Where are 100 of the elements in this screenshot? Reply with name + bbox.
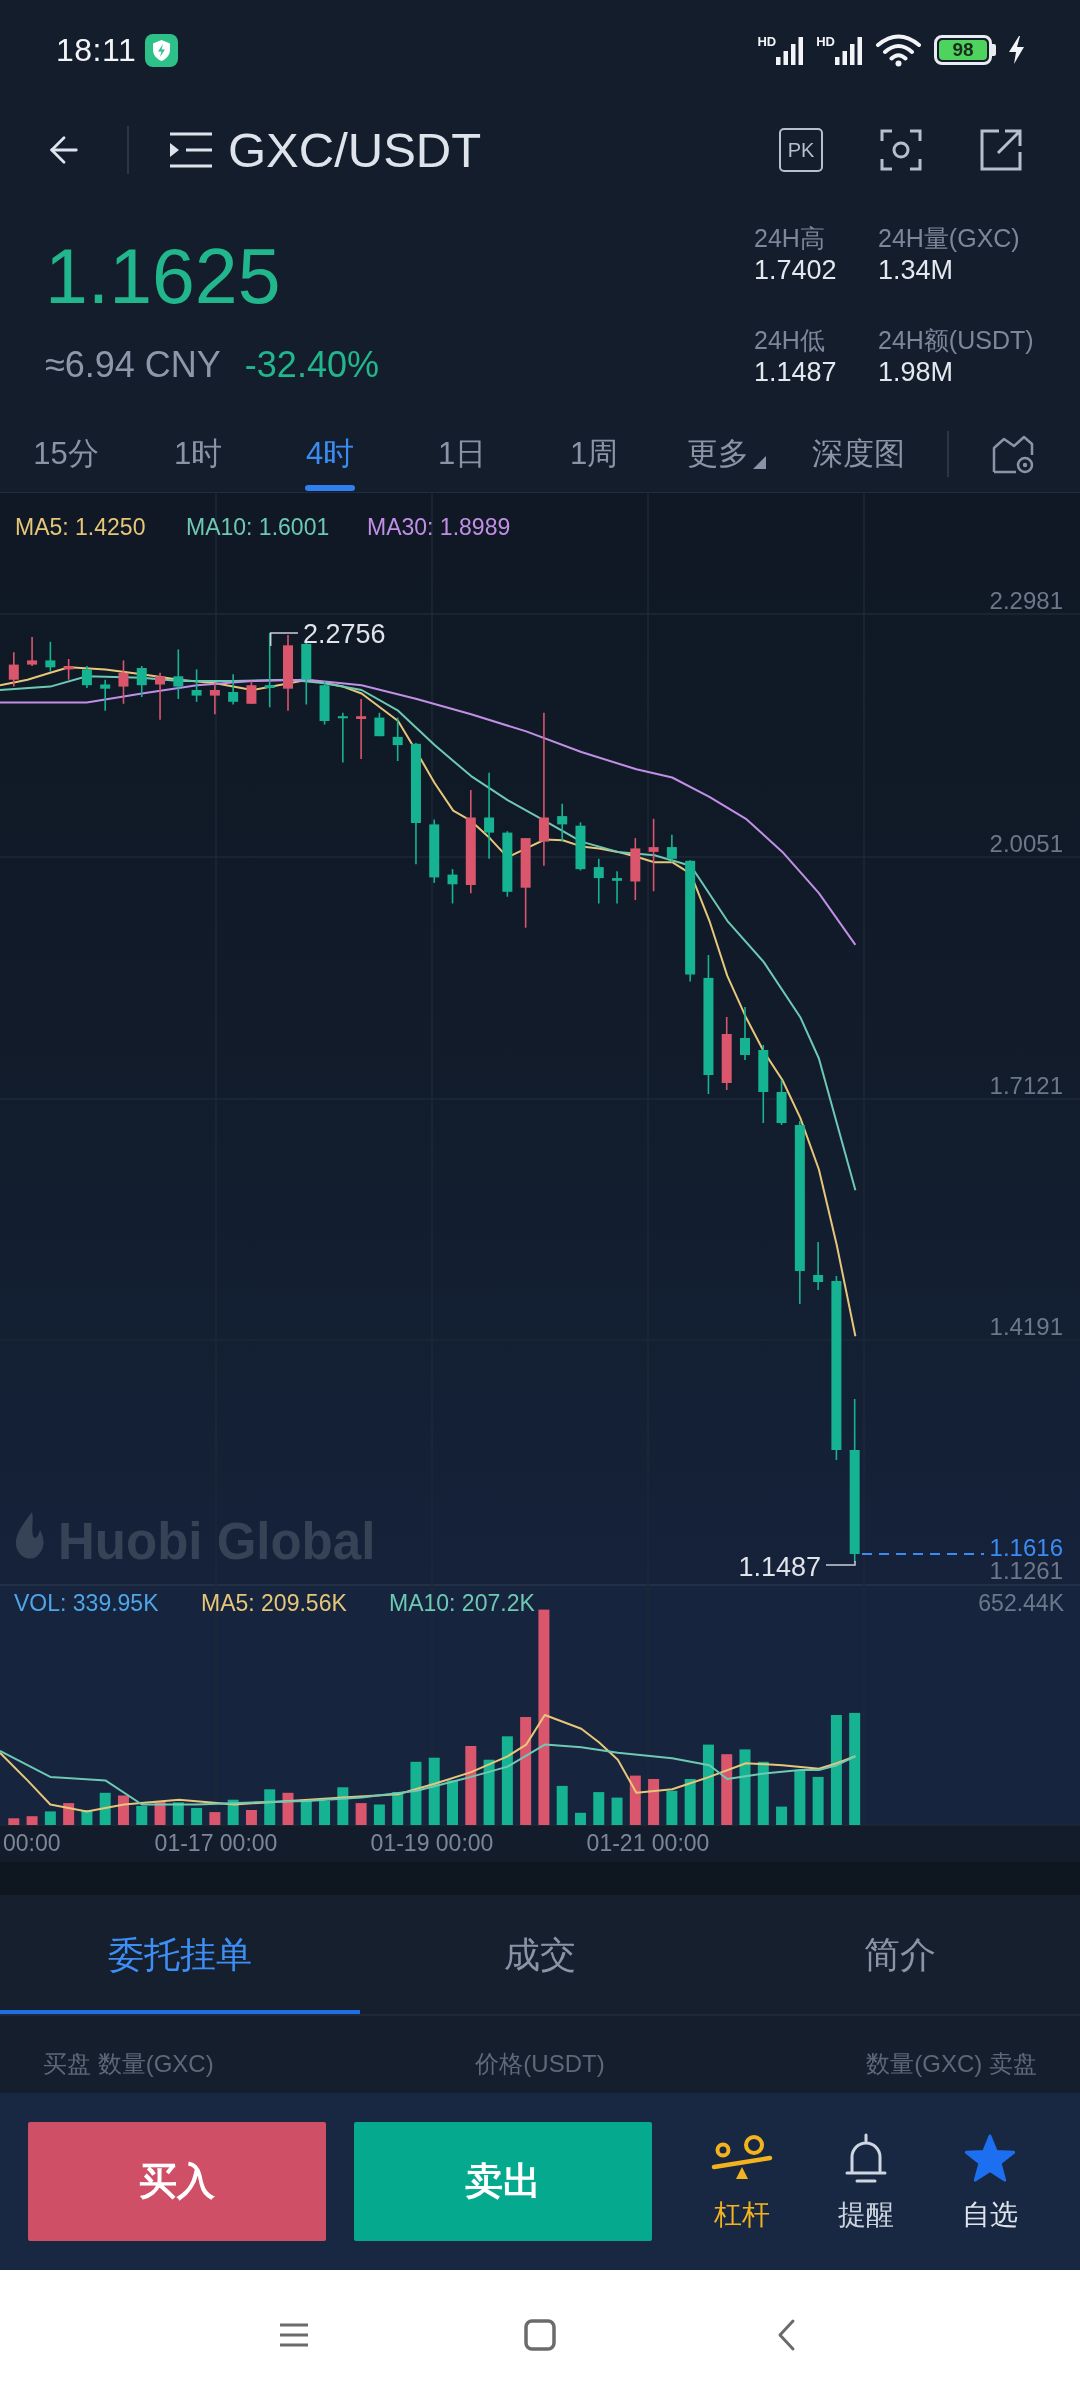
candle	[191, 668, 202, 703]
shortcut-button[interactable]: 杠杆	[680, 2131, 804, 2232]
volume-bar	[282, 1792, 294, 1825]
stat-value: 1.34M	[878, 254, 954, 286]
volume-bar	[556, 1785, 568, 1825]
candle	[429, 818, 440, 884]
signal-icon	[835, 35, 863, 65]
interval-tab[interactable]: 4时	[264, 415, 396, 492]
candle	[8, 651, 19, 688]
candle	[502, 830, 513, 898]
candle	[392, 716, 403, 762]
price-axis-label: 2.2981	[989, 587, 1063, 614]
signal-icon	[776, 35, 805, 65]
candle	[356, 698, 367, 760]
volume-bar	[136, 1805, 148, 1825]
favorite-button[interactable]: 自选	[928, 2131, 1052, 2232]
volume-bar	[392, 1792, 404, 1825]
moving-average-legend: MA30: 1.8989	[367, 514, 511, 540]
date-axis-label: 01-17 00:00	[154, 1830, 278, 1856]
detail-tab[interactable]: 简介	[720, 1895, 1080, 2014]
volume-bar	[575, 1812, 586, 1825]
stat-label: 24H低	[754, 325, 825, 356]
price-change: -32.40%	[244, 343, 379, 387]
chevron-left-icon[interactable]	[776, 2318, 796, 2352]
column-header: 数量(GXC) 卖盘	[866, 2049, 1037, 2078]
candle	[173, 648, 184, 700]
interval-tab[interactable]: 15分	[0, 415, 132, 492]
interval-tab[interactable]: 1时	[132, 415, 264, 492]
volume-bar	[666, 1790, 678, 1825]
candle	[246, 680, 257, 705]
volume-bar	[410, 1761, 422, 1825]
low-price-label: 1.1487	[738, 1552, 821, 1582]
share-icon[interactable]	[979, 128, 1023, 172]
volume-bar	[81, 1810, 93, 1825]
candle	[557, 802, 568, 843]
pair-title: GXC/USDT	[228, 122, 482, 179]
volume-bar	[245, 1810, 257, 1825]
candle	[447, 868, 458, 905]
interval-tab[interactable]: 1周	[528, 415, 660, 492]
last-price: 1.1625	[45, 233, 281, 319]
volume-bar	[757, 1761, 769, 1825]
volume-bar	[337, 1787, 349, 1825]
volume-bar	[593, 1792, 605, 1825]
candle	[100, 678, 111, 712]
volume-bar	[611, 1797, 623, 1825]
detail-tab[interactable]: 成交	[360, 1895, 720, 2014]
candle	[209, 682, 220, 715]
interval-tab[interactable]: 深度图	[792, 415, 924, 492]
list-icon[interactable]	[168, 130, 213, 170]
volume-bar	[428, 1757, 440, 1825]
moving-average-legend: MA10: 1.6001	[186, 514, 330, 540]
date-axis-label: 01-19 00:00	[370, 1830, 494, 1856]
candle	[136, 665, 147, 698]
detail-tab[interactable]: 委托挂单	[0, 1895, 360, 2014]
volume-bar	[319, 1801, 331, 1825]
candle	[45, 641, 56, 673]
high-price-label: 2.2756	[303, 619, 386, 649]
price-axis-label: 1.4191	[989, 1313, 1063, 1340]
volume-bar	[172, 1802, 184, 1825]
cny-price: ≈6.94 CNY	[45, 343, 221, 387]
column-header: 买盘 数量(GXC)	[43, 2049, 214, 2078]
sell-button[interactable]: 卖出	[354, 2122, 652, 2241]
candle	[593, 858, 604, 905]
network-type-label: HD	[816, 35, 835, 49]
shortcut-button[interactable]: 提醒	[804, 2131, 928, 2232]
volume-axis-label: 652.44K	[978, 1590, 1064, 1616]
scan-frame-icon[interactable]	[879, 128, 923, 172]
date-axis-label: 01-21 00:00	[586, 1830, 710, 1856]
volume-bar	[8, 1818, 20, 1825]
interval-tab[interactable]: 1日	[396, 415, 528, 492]
column-header: 价格(USDT)	[475, 2049, 605, 2078]
pk-button[interactable]: PK	[779, 128, 823, 172]
stat-value: 1.98M	[878, 356, 954, 388]
interval-tab[interactable]: 更多	[660, 415, 792, 492]
bell-icon	[844, 2132, 888, 2185]
volume-legend: VOL: 339.95K	[14, 1590, 159, 1616]
menu-icon[interactable]	[279, 2322, 309, 2348]
stat-label: 24H额(USDT)	[878, 325, 1034, 356]
shield-icon	[145, 33, 179, 67]
buy-button[interactable]: 买入	[28, 2122, 326, 2241]
moving-average-legend: MA5: 1.4250	[15, 514, 146, 540]
volume-bar	[300, 1801, 312, 1825]
candle	[118, 659, 129, 705]
candle	[319, 680, 330, 726]
candle	[776, 1079, 787, 1126]
volume-bar	[373, 1804, 385, 1825]
flame-icon	[15, 1512, 44, 1559]
candle	[575, 821, 586, 872]
leader-line	[269, 632, 299, 647]
volume-bar	[648, 1779, 660, 1825]
square-icon[interactable]	[524, 2319, 556, 2351]
candle	[228, 673, 239, 706]
volume-bar	[209, 1812, 221, 1825]
candle	[63, 658, 74, 681]
volume-bar	[483, 1759, 495, 1825]
stat-value: 1.1487	[754, 356, 837, 388]
volume-bar	[44, 1811, 56, 1825]
stat-label: 24H高	[754, 223, 825, 254]
volume-bar	[26, 1816, 38, 1825]
volume-legend: MA5: 209.56K	[201, 1590, 347, 1616]
